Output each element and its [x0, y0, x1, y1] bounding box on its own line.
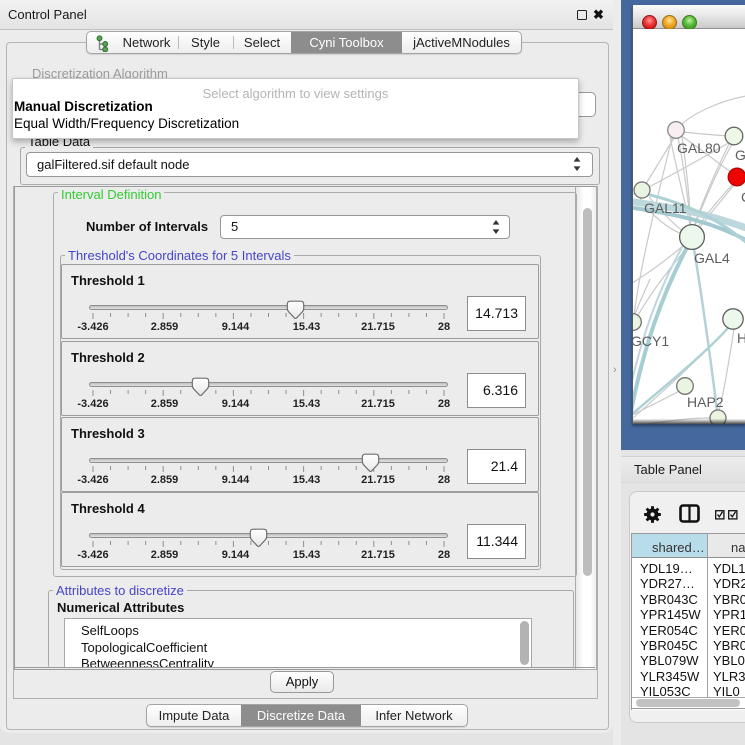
svg-text:HAP2: HAP2: [687, 394, 724, 410]
svg-text:G: G: [735, 147, 745, 163]
svg-text:GAL4: GAL4: [694, 250, 730, 266]
svg-text:H: H: [737, 330, 745, 346]
svg-text:GAL80: GAL80: [677, 140, 721, 156]
svg-text:GCY1: GCY1: [633, 333, 669, 349]
svg-text:GAL11: GAL11: [644, 200, 687, 216]
svg-text:C: C: [741, 189, 745, 205]
